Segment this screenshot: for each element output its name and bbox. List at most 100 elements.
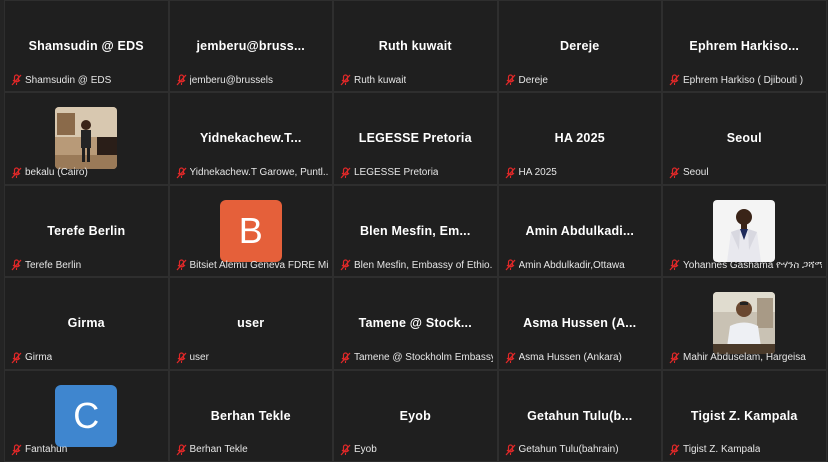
participant-footer: Yohannes Gashama ዮሃንስ ጋሻማ bbox=[669, 258, 822, 272]
participant-footer: LEGESSE Pretoria bbox=[340, 166, 493, 180]
mic-muted-icon bbox=[505, 167, 515, 179]
participant-footer: Getahun Tulu(bahrain) bbox=[505, 443, 658, 457]
participant-tile[interactable]: Yohannes Gashama ዮሃንስ ጋሻማ bbox=[662, 184, 827, 278]
participant-name-label: Yohannes Gashama ዮሃንስ ጋሻማ bbox=[683, 259, 822, 271]
participant-footer: Amin Abdulkadir,Ottawa bbox=[505, 258, 658, 272]
participant-name-label: HA 2025 bbox=[518, 167, 557, 179]
participant-name-label: Seoul bbox=[683, 167, 709, 179]
participant-display-name: Shamsudin @ EDS bbox=[28, 39, 144, 53]
participant-tile[interactable]: Blen Mesfin, Em... Blen Mesfin, Embassy … bbox=[333, 184, 498, 278]
participant-footer: Yidnekachew.T Garowe, Puntl... bbox=[176, 166, 329, 180]
mic-muted-icon bbox=[505, 74, 515, 86]
participant-footer: Shamsudin @ EDS bbox=[11, 73, 164, 87]
participant-tile[interactable]: B Bitsiet Alemu Geneva FDRE Mi... bbox=[168, 184, 333, 278]
participant-tile[interactable]: Ruth kuwait Ruth kuwait bbox=[333, 0, 498, 93]
mic-muted-icon bbox=[340, 259, 351, 271]
mic-muted-icon bbox=[176, 351, 186, 363]
participant-display-name: Dereje bbox=[560, 39, 600, 53]
participant-tile[interactable]: Shamsudin @ EDS Shamsudin @ EDS bbox=[4, 0, 169, 93]
mic-muted-icon bbox=[505, 444, 515, 456]
participant-footer: Terefe Berlin bbox=[11, 258, 164, 272]
mic-muted-icon bbox=[11, 167, 22, 179]
participant-footer: Dereje bbox=[505, 73, 658, 87]
participant-display-name: Berhan Tekle bbox=[210, 408, 291, 423]
mic-muted-icon bbox=[176, 444, 186, 456]
participant-tile[interactable]: LEGESSE Pretoria LEGESSE Pretoria bbox=[333, 92, 498, 185]
participant-name-label: Amin Abdulkadir,Ottawa bbox=[518, 259, 625, 271]
participant-tile[interactable]: Terefe Berlin Terefe Berlin bbox=[4, 184, 169, 278]
participant-name-label: Shamsudin @ EDS bbox=[25, 74, 112, 86]
mic-muted-icon bbox=[340, 74, 351, 86]
video-gallery: Shamsudin @ EDS Shamsudin @ EDS jemberu@… bbox=[4, 0, 828, 462]
participant-footer: Bitsiet Alemu Geneva FDRE Mi... bbox=[176, 258, 329, 272]
participant-tile[interactable]: bekalu (Cairo) bbox=[4, 92, 169, 185]
participant-footer: Eyob bbox=[340, 443, 493, 457]
participant-name-label: Yidnekachew.T Garowe, Puntl... bbox=[189, 167, 329, 179]
mic-muted-icon bbox=[669, 351, 680, 363]
participant-tile[interactable]: Asma Hussen (A... Asma Hussen (Ankara) bbox=[497, 277, 662, 370]
mic-muted-icon bbox=[505, 259, 515, 271]
participant-tile[interactable]: Amin Abdulkadi... Amin Abdulkadir,Ottawa bbox=[497, 184, 662, 278]
mic-muted-icon bbox=[669, 74, 680, 86]
mic-muted-icon bbox=[669, 444, 680, 456]
man-standing-room-image bbox=[55, 107, 118, 170]
participant-display-name: Girma bbox=[67, 316, 105, 331]
participant-display-name: Yidnekachew.T... bbox=[199, 131, 302, 146]
participant-name-label: Blen Mesfin, Embassy of Ethio... bbox=[354, 259, 493, 271]
participant-tile[interactable]: Tigist Z. Kampala Tigist Z. Kampala bbox=[662, 369, 827, 462]
participant-tile[interactable]: Mahir Abduselam, Hargeisa bbox=[662, 277, 827, 370]
participant-display-name: Ruth kuwait bbox=[378, 39, 452, 53]
participant-display-name: Ephrem Harkiso... bbox=[689, 39, 800, 53]
participant-video-thumbnail bbox=[55, 107, 118, 170]
mic-muted-icon bbox=[669, 259, 680, 271]
participant-tile[interactable]: C Fantahun bbox=[4, 369, 169, 462]
participant-name-label: Girma bbox=[25, 352, 53, 364]
man-white-suit-image bbox=[713, 199, 776, 262]
participant-footer: Mahir Abduselam, Hargeisa bbox=[669, 351, 822, 365]
participant-tile[interactable]: Eyob Eyob bbox=[333, 369, 498, 462]
participant-tile[interactable]: Yidnekachew.T... Yidnekachew.T Garowe, P… bbox=[168, 92, 333, 185]
participant-display-name: Asma Hussen (A... bbox=[523, 316, 637, 331]
participant-name-label: user bbox=[189, 352, 209, 364]
participant-name-label: Mahir Abduselam, Hargeisa bbox=[683, 352, 806, 364]
mic-muted-icon bbox=[11, 351, 22, 363]
participant-tile[interactable]: jemberu@bruss... jemberu@brussels bbox=[168, 0, 333, 93]
mic-muted-icon bbox=[340, 351, 351, 363]
participant-name-label: jemberu@brussels bbox=[189, 74, 274, 86]
participant-footer: Tamene @ Stockholm Embassy bbox=[340, 351, 493, 365]
participant-tile[interactable]: Ephrem Harkiso... Ephrem Harkiso ( Djibo… bbox=[662, 0, 827, 93]
participant-tile[interactable]: Dereje Dereje bbox=[497, 0, 662, 93]
participant-display-name: Terefe Berlin bbox=[47, 223, 126, 238]
participant-tile[interactable]: Berhan Tekle Berhan Tekle bbox=[168, 369, 333, 462]
participant-display-name: Blen Mesfin, Em... bbox=[359, 223, 471, 238]
mic-muted-icon bbox=[669, 167, 680, 179]
participant-video-thumbnail bbox=[713, 199, 776, 262]
participant-name-label: Getahun Tulu(bahrain) bbox=[518, 444, 619, 456]
participant-display-name: Tigist Z. Kampala bbox=[690, 408, 798, 423]
participant-tile[interactable]: HA 2025 HA 2025 bbox=[497, 92, 662, 185]
participant-footer: Fantahun bbox=[11, 443, 164, 457]
mic-muted-icon bbox=[176, 259, 186, 271]
participant-display-name: Getahun Tulu(b... bbox=[527, 408, 633, 423]
participant-video-thumbnail bbox=[713, 292, 776, 355]
man-office-image bbox=[713, 292, 776, 355]
participant-name-label: Bitsiet Alemu Geneva FDRE Mi... bbox=[189, 259, 329, 271]
participant-initial-avatar: C bbox=[55, 384, 118, 447]
mic-muted-icon bbox=[11, 259, 22, 271]
participant-name-label: Eyob bbox=[354, 444, 377, 456]
participant-initial-avatar: B bbox=[219, 199, 282, 262]
participant-name-label: Asma Hussen (Ankara) bbox=[518, 352, 622, 364]
participant-tile[interactable]: Tamene @ Stock... Tamene @ Stockholm Emb… bbox=[333, 277, 498, 370]
participant-name-label: Ruth kuwait bbox=[354, 74, 407, 86]
participant-display-name: Tamene @ Stock... bbox=[358, 316, 472, 331]
participant-name-label: Ephrem Harkiso ( Djibouti ) bbox=[683, 74, 804, 86]
participant-display-name: Eyob bbox=[399, 408, 431, 423]
participant-name-label: bekalu (Cairo) bbox=[25, 167, 88, 179]
participant-tile[interactable]: Seoul Seoul bbox=[662, 92, 827, 185]
participant-name-label: Terefe Berlin bbox=[25, 259, 82, 271]
participant-tile[interactable]: Girma Girma bbox=[4, 277, 169, 370]
participant-tile[interactable]: user user bbox=[168, 277, 333, 370]
participant-tile[interactable]: Getahun Tulu(b... Getahun Tulu(bahrain) bbox=[497, 369, 662, 462]
participant-footer: Girma bbox=[11, 351, 164, 365]
mic-muted-icon bbox=[176, 74, 186, 86]
